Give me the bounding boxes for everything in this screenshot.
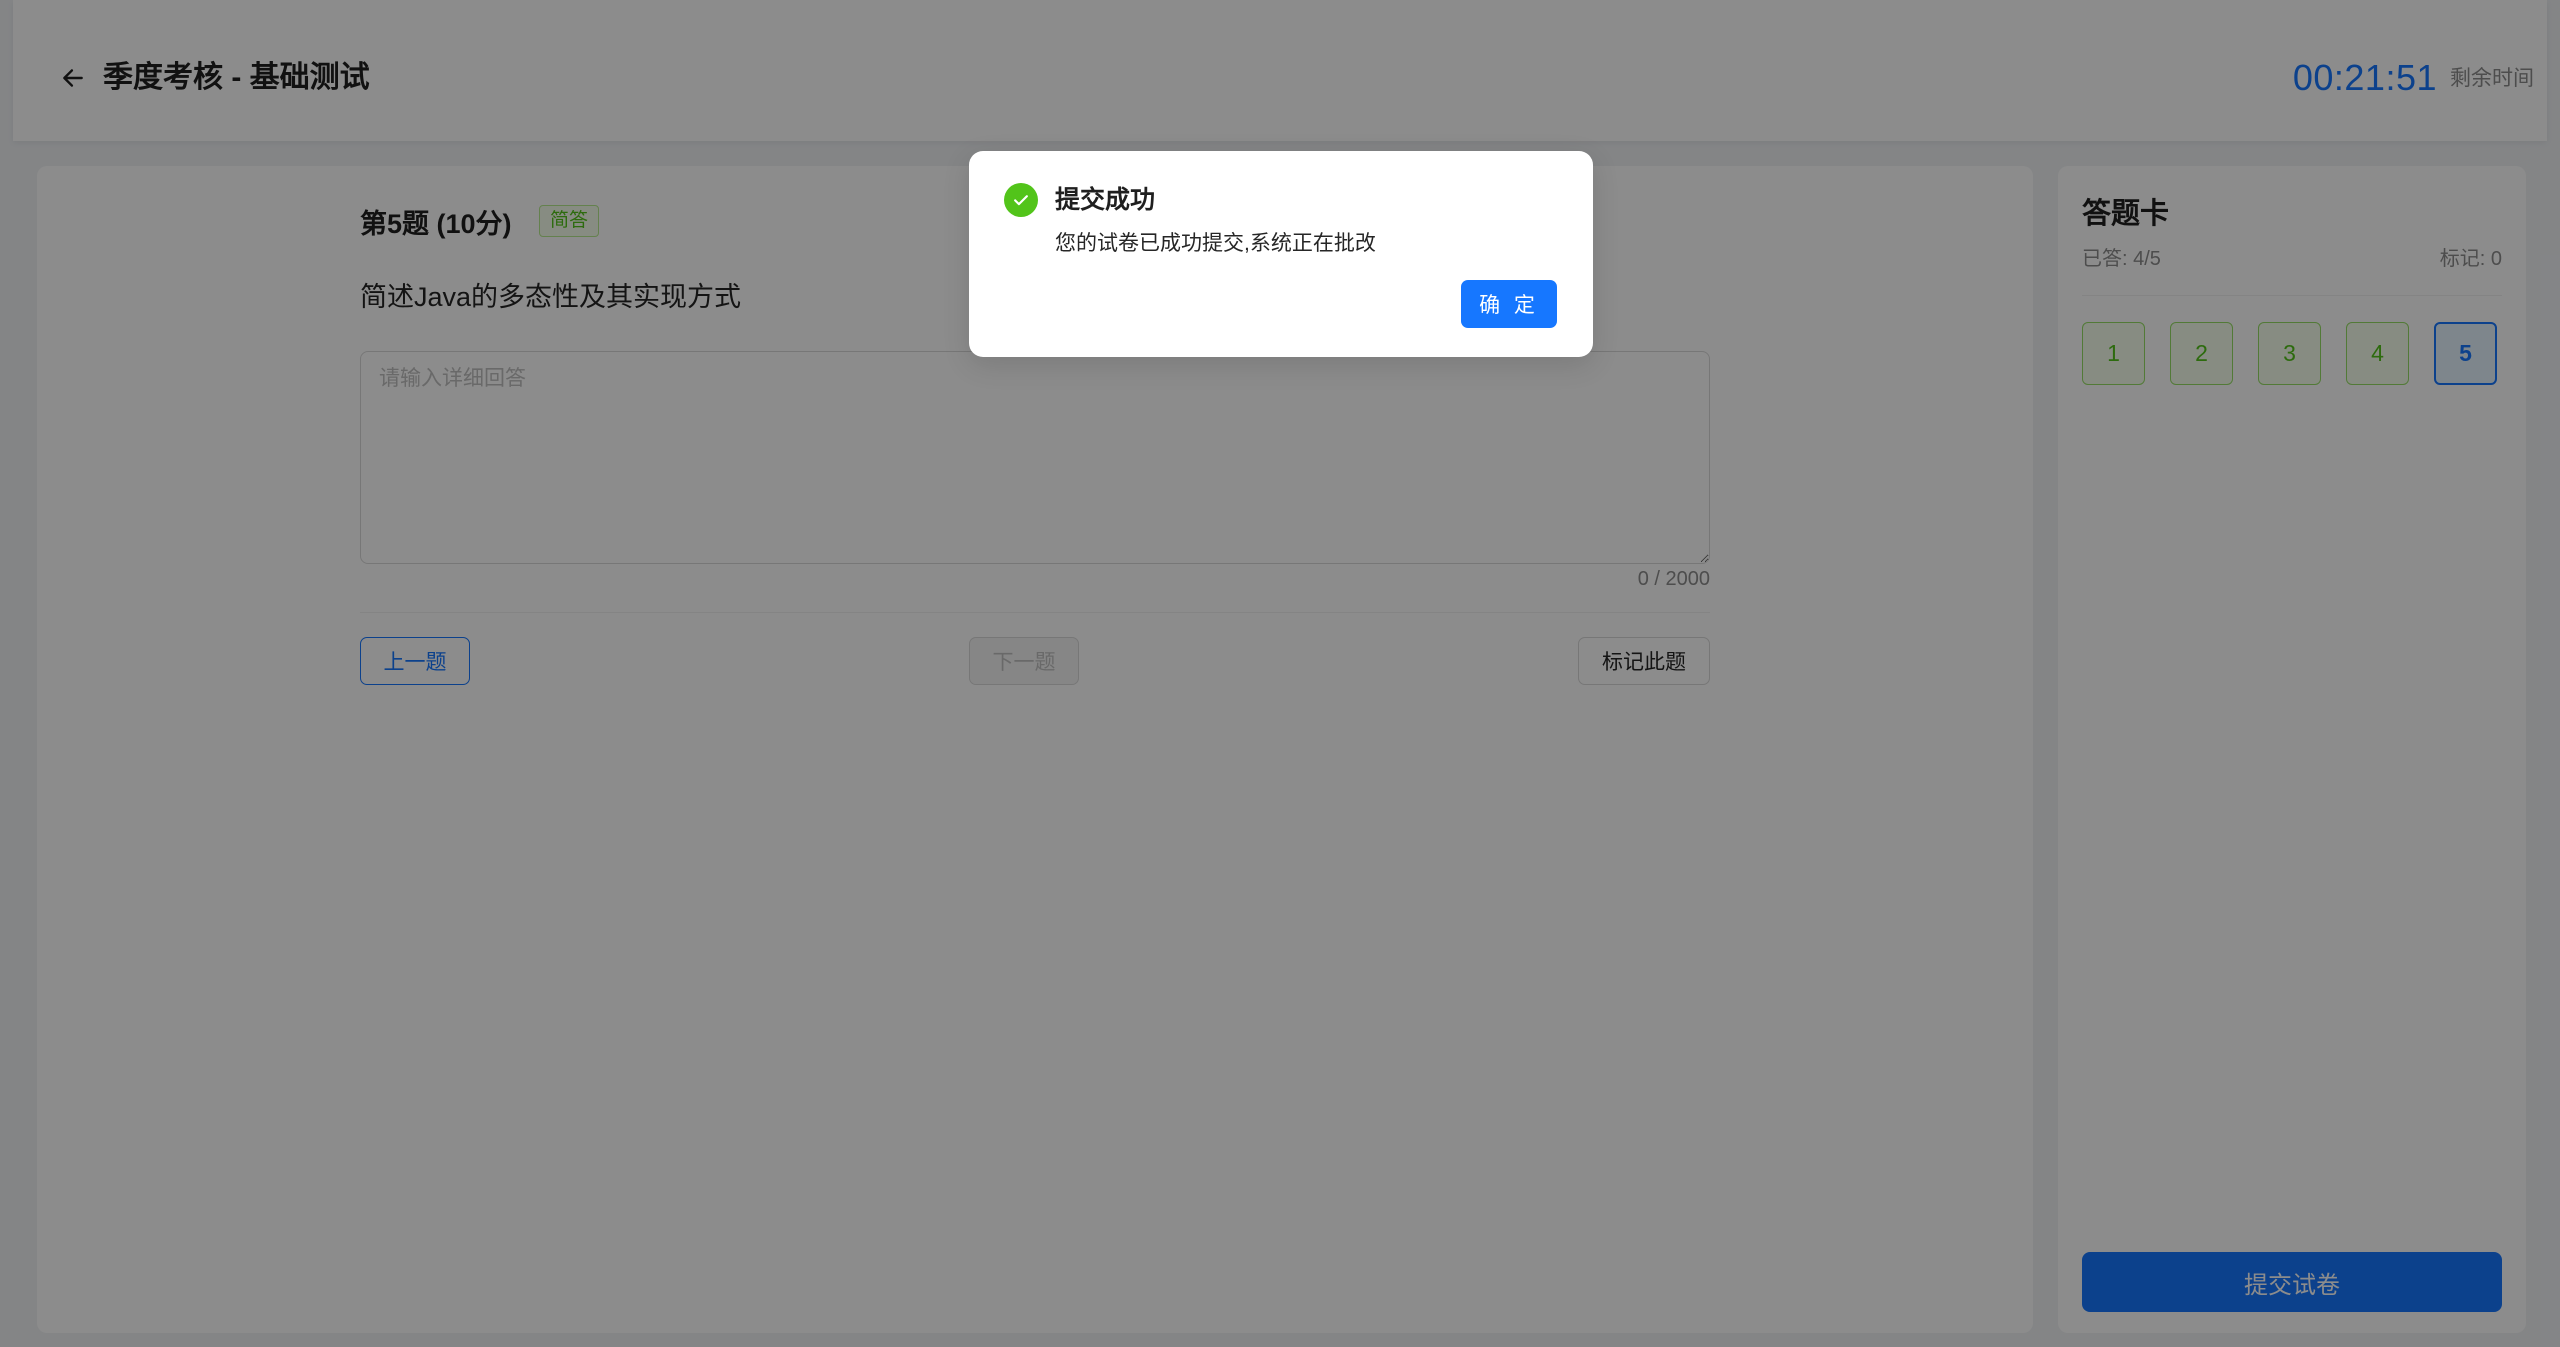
check-circle-icon (1004, 183, 1038, 217)
modal-ok-button[interactable]: 确 定 (1461, 280, 1557, 328)
modal-message: 您的试卷已成功提交,系统正在批改 (1055, 232, 1376, 255)
success-modal: 提交成功 您的试卷已成功提交,系统正在批改 确 定 (969, 151, 1593, 357)
modal-title: 提交成功 (1055, 186, 1156, 214)
